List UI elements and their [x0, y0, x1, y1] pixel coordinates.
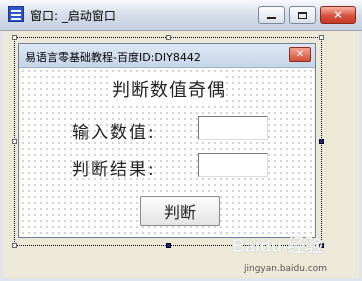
maximize-button[interactable] — [289, 6, 316, 24]
result-field[interactable] — [198, 153, 268, 177]
judge-button[interactable]: 判断 — [140, 196, 220, 226]
resize-handle-bottom[interactable] — [166, 243, 171, 248]
result-label: 判断结果: — [72, 160, 156, 180]
form-window-titlebar[interactable]: 易语言零基础教程-百度ID:DIY8442 ✕ — [19, 44, 315, 68]
close-icon: ✕ — [332, 8, 344, 22]
ide-window: 窗口: _启动窗口 ✕ 易语言零基础教程-百度ID:DIY8442 ✕ 判断数值… — [0, 0, 362, 281]
resize-handle-top[interactable] — [166, 35, 171, 40]
input-value-field[interactable] — [198, 116, 268, 140]
ide-window-titlebar[interactable]: 窗口: _启动窗口 ✕ — [0, 0, 362, 31]
window-app-icon — [8, 6, 24, 22]
watermark-url: jingyan.baidu.com — [244, 264, 328, 274]
resize-handle-top-left[interactable] — [12, 35, 17, 40]
close-icon: ✕ — [295, 48, 305, 60]
form-window-title: 易语言零基础教程-百度ID:DIY8442 — [25, 51, 201, 64]
close-button[interactable]: ✕ — [320, 6, 356, 24]
resize-handle-left[interactable] — [12, 139, 17, 144]
minimize-icon — [267, 17, 276, 19]
maximize-icon — [298, 11, 307, 19]
resize-handle-right[interactable] — [319, 139, 324, 144]
ide-window-title: 窗口: _启动窗口 — [30, 9, 116, 23]
minimize-button[interactable] — [258, 6, 285, 24]
resize-handle-top-right[interactable] — [319, 35, 324, 40]
form-close-button[interactable]: ✕ — [289, 47, 311, 62]
input-value-label: 输入数值: — [72, 123, 156, 143]
resize-handle-bottom-left[interactable] — [12, 243, 17, 248]
watermark-logo: Baidu 经验 — [232, 236, 324, 256]
form-heading: 判断数值奇偶 — [112, 76, 226, 102]
